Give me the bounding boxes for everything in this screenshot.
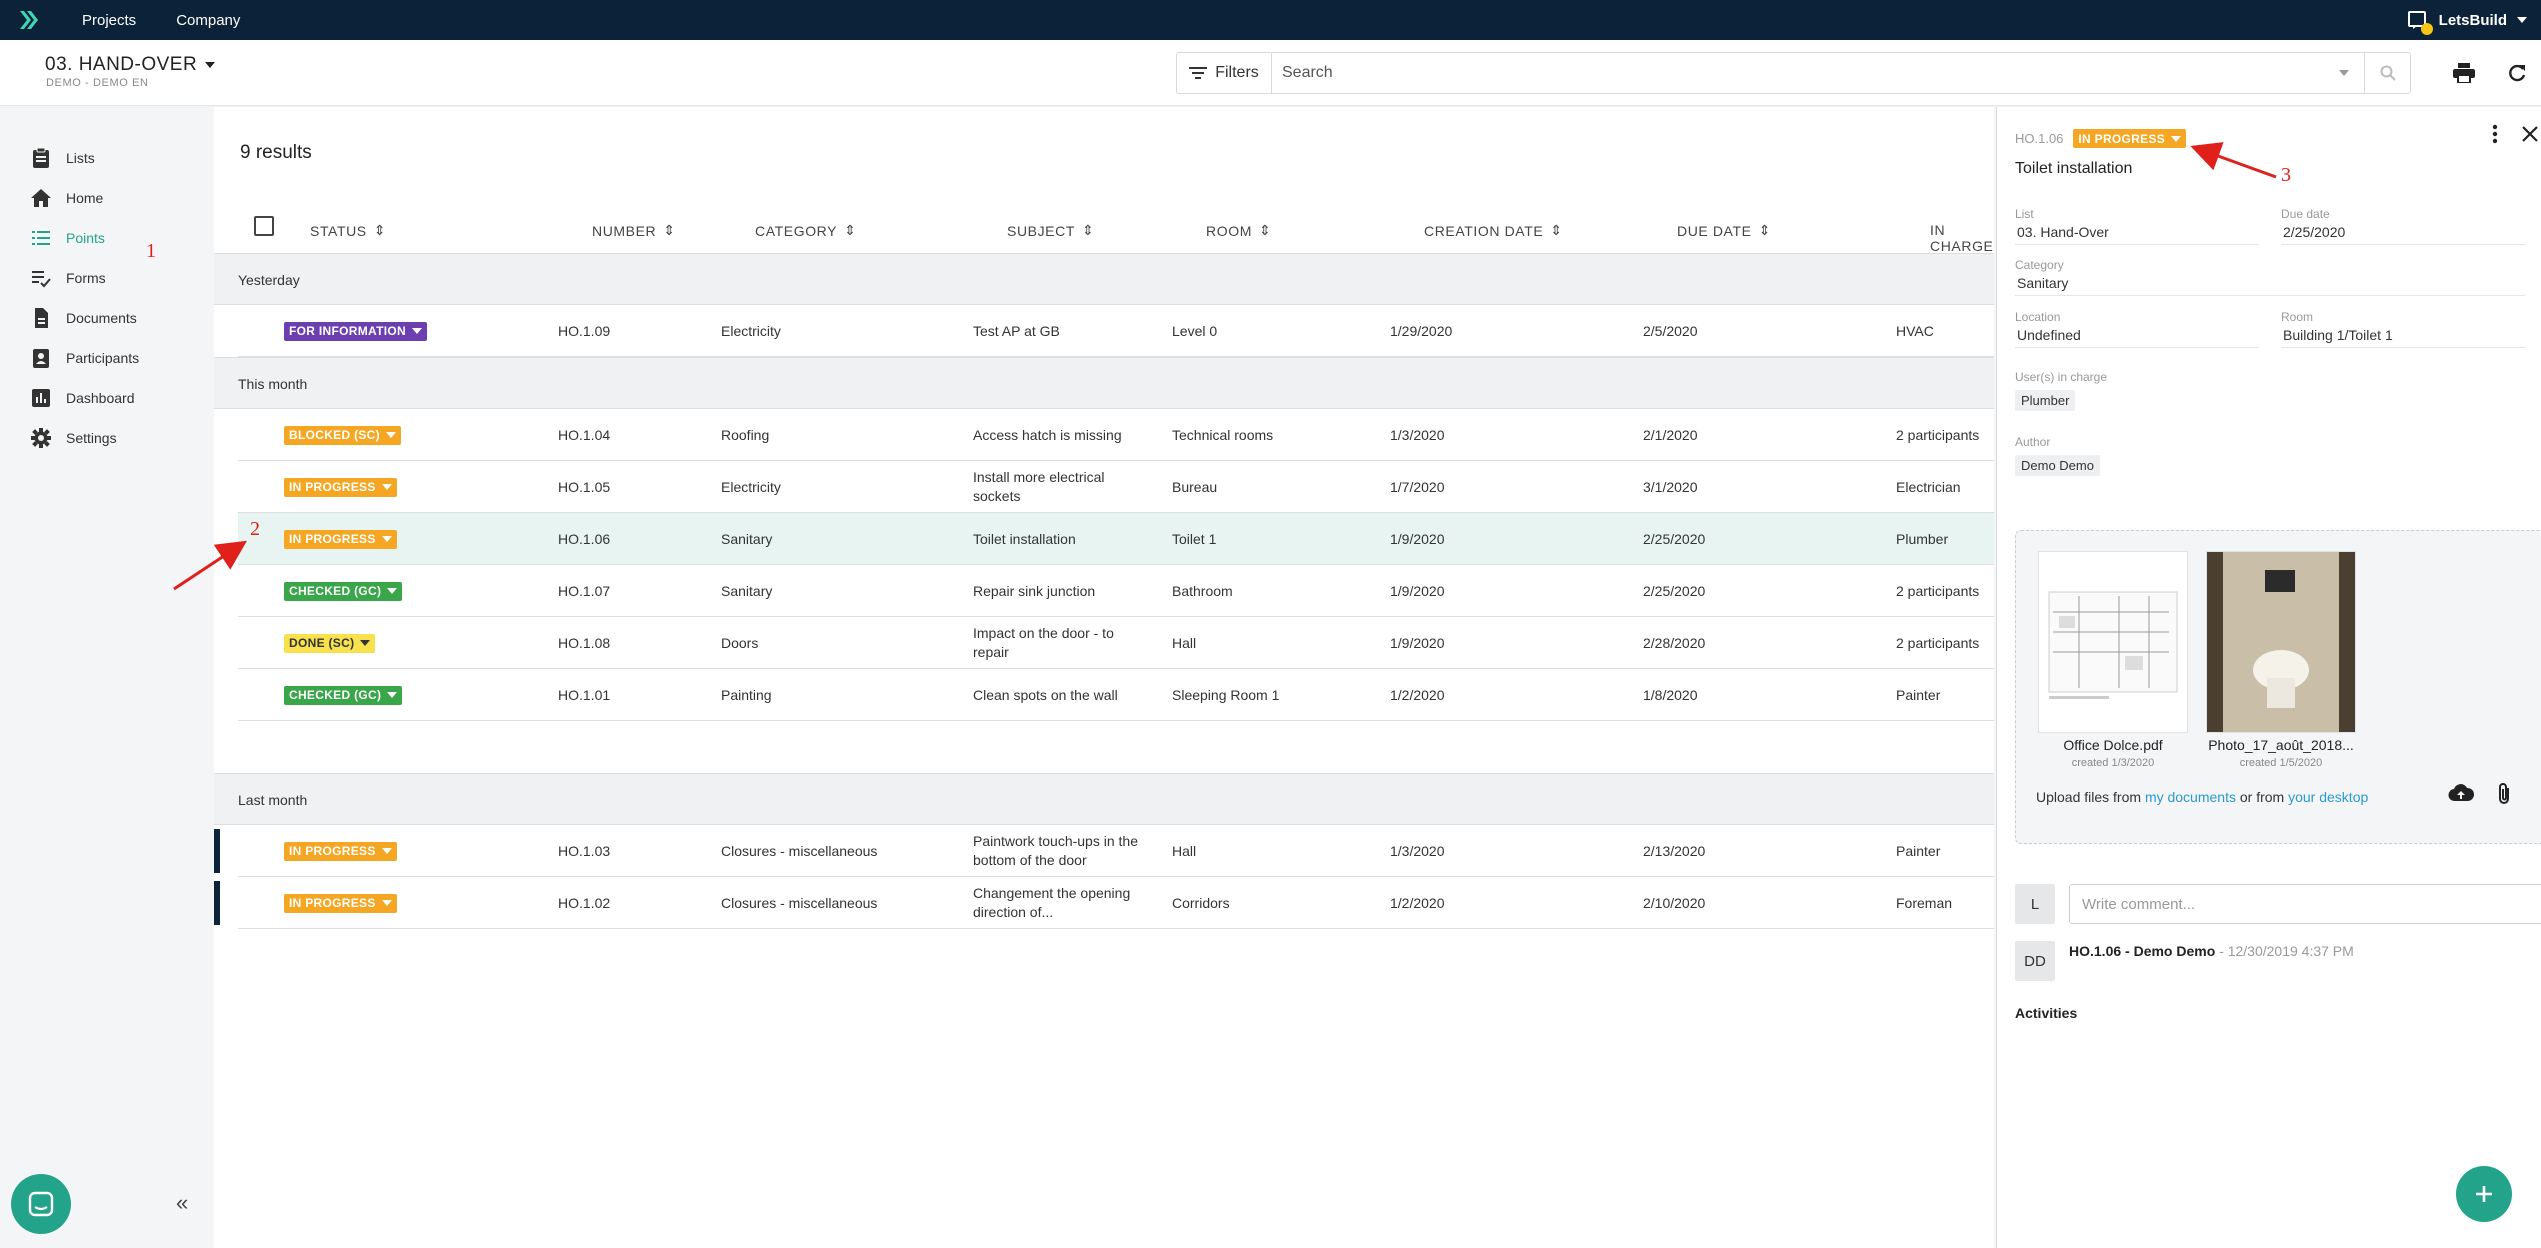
annotation-arrows	[173, 142, 2277, 591]
annotation-arrow	[2190, 142, 2277, 179]
annotation-arrow	[173, 540, 248, 591]
